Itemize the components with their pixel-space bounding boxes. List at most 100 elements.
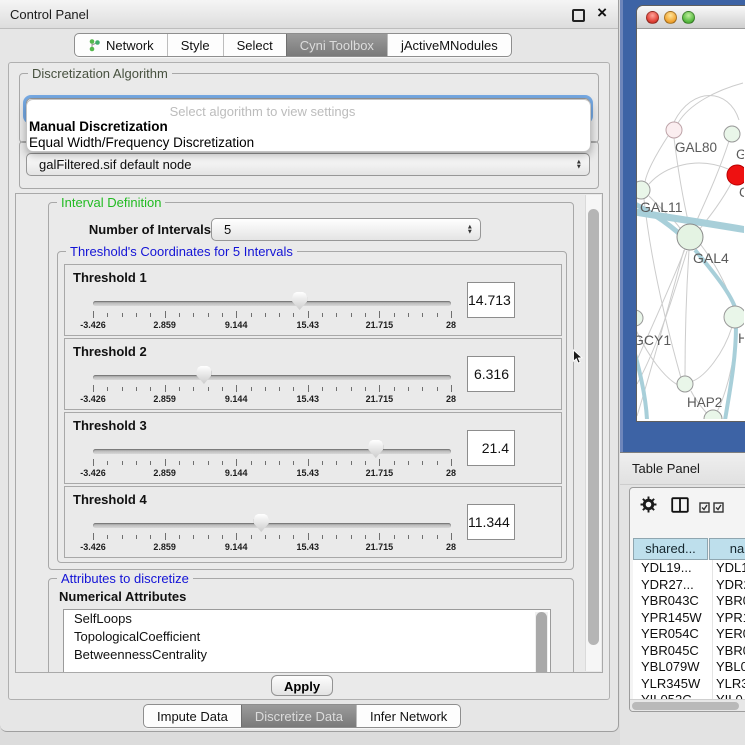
table-data-combobox[interactable]: galFiltered.sif default node ▲▼ [26, 153, 590, 176]
table-settings-gear-icon[interactable] [640, 496, 657, 516]
node-label: GAL4 [693, 250, 729, 266]
node-gal80[interactable] [666, 122, 682, 138]
threshold-4-value[interactable]: 11.344 [467, 504, 515, 540]
node-top-right[interactable] [724, 126, 740, 142]
network-window-titlebar[interactable] [637, 6, 745, 29]
threshold-3-value[interactable]: 21.4 [467, 430, 515, 466]
split-columns-icon[interactable] [671, 497, 689, 516]
table-row[interactable]: YPR145WYPR1 [633, 610, 745, 627]
slider-ticks [93, 459, 451, 467]
numerical-attributes-label: Numerical Attributes [59, 589, 186, 604]
tab-cyni-toolbox[interactable]: Cyni Toolbox [286, 34, 387, 56]
settings-scrollbar-thumb[interactable] [588, 209, 599, 645]
cyni-toolbox-panel: Discretization Algorithm ▲▼ Select algor… [8, 62, 610, 700]
num-intervals-label: Number of Intervals [71, 222, 211, 237]
node-label: HAP2 [687, 395, 722, 410]
list-item[interactable]: SelfLoops [64, 610, 550, 628]
threshold-1-value[interactable]: 14.713 [467, 282, 515, 318]
attributes-group: Attributes to discretize Numerical Attri… [48, 578, 574, 673]
slider-tick-labels: -3.4262.8599.14415.4321.71528 [93, 468, 451, 479]
threshold-2-slider[interactable]: -3.4262.8599.14415.4321.71528 [93, 339, 451, 409]
node-selected-red[interactable] [727, 165, 744, 185]
node-gal11[interactable] [637, 181, 650, 199]
list-scrollbar[interactable] [535, 612, 548, 673]
minimize-traffic-light-icon[interactable] [664, 11, 677, 24]
table-scrollbar-thumb[interactable] [632, 702, 739, 710]
node-hap2[interactable] [677, 376, 693, 392]
list-item[interactable]: BetweennessCentrality [64, 646, 550, 664]
threshold-4-slider[interactable]: -3.4262.8599.14415.4321.71528 [93, 487, 451, 557]
table-row[interactable]: YLR345WYLR3 [633, 676, 745, 693]
mouse-cursor [572, 349, 585, 369]
numerical-attributes-list[interactable]: SelfLoopsTopologicalCoefficientBetweenne… [63, 609, 551, 673]
control-panel-titlebar: Control Panel × [0, 0, 618, 29]
slider-thumb[interactable] [292, 292, 307, 310]
table-row[interactable]: YER054CYER0 [633, 626, 745, 643]
threshold-4-panel: Threshold 4 -3.4262.8599.14415.4321.7152… [64, 486, 562, 558]
table-panel-header: Table Panel [620, 452, 745, 485]
network-view-window[interactable]: GAL80 GA C GAL11 GAL4 GCY1 H HAP2 [636, 5, 745, 422]
float-window-icon[interactable] [572, 9, 585, 22]
node-bottom[interactable] [704, 410, 722, 419]
checkbox-icon[interactable] [699, 501, 710, 516]
node-right-mid[interactable] [724, 306, 744, 328]
slider-track[interactable] [93, 375, 451, 380]
column-header-shared-name[interactable]: shared... [633, 538, 708, 560]
control-panel-window: Control Panel × Network Style Select Cyn… [0, 0, 619, 732]
table-row[interactable]: YBR045CYBR0 [633, 643, 745, 660]
list-scrollbar-thumb[interactable] [536, 612, 547, 673]
control-panel-tabs: Network Style Select Cyni Toolbox jActiv… [74, 33, 512, 57]
table-row[interactable]: YIL052CYIL0 [633, 692, 745, 699]
slider-track[interactable] [93, 523, 451, 528]
threshold-1-panel: Threshold 1 -3.4262.8599.14415.4321.7152… [64, 264, 562, 336]
zoom-traffic-light-icon[interactable] [682, 11, 695, 24]
slider-ticks [93, 311, 451, 319]
tab-select[interactable]: Select [223, 34, 286, 56]
dropdown-option-equal-width[interactable]: Equal Width/Frequency Discretization [29, 135, 254, 150]
list-item[interactable]: TopologicalCoefficient [64, 628, 550, 646]
table-row[interactable]: YDR27...YDR2 [633, 577, 745, 594]
slider-thumb[interactable] [254, 514, 269, 532]
tab-impute-data[interactable]: Impute Data [144, 705, 241, 727]
node-label-partial: H [738, 330, 744, 346]
threshold-3-slider[interactable]: -3.4262.8599.14415.4321.71528 [93, 413, 451, 483]
checkbox-icon[interactable] [713, 501, 724, 516]
tab-jactivemnodules[interactable]: jActiveMNodules [387, 34, 511, 56]
node-gal4[interactable] [677, 224, 703, 250]
algorithm-dropdown-popup: Select algorithm to view settings Manual… [26, 99, 591, 152]
slider-thumb[interactable] [368, 440, 383, 458]
node-gcy1[interactable] [637, 310, 643, 326]
slider-thumb[interactable] [196, 366, 211, 384]
close-traffic-light-icon[interactable] [646, 11, 659, 24]
node-table-body: YDL19...YDL1YDR27...YDR2YBR043CYBR0YPR14… [633, 560, 745, 699]
cyni-mode-tabs: Impute Data Discretize Data Infer Networ… [143, 704, 461, 728]
table-horizontal-scrollbar[interactable] [630, 699, 745, 711]
apply-button[interactable]: Apply [271, 675, 333, 696]
tab-style[interactable]: Style [167, 34, 223, 56]
network-canvas[interactable]: GAL80 GA C GAL11 GAL4 GCY1 H HAP2 [637, 28, 744, 419]
tab-discretize-data[interactable]: Discretize Data [241, 705, 356, 727]
tab-infer-network[interactable]: Infer Network [356, 705, 460, 727]
tab-network[interactable]: Network [75, 34, 167, 56]
slider-tick-labels: -3.4262.8599.14415.4321.71528 [93, 320, 451, 331]
num-intervals-combobox[interactable]: 5 ▲▼ [211, 218, 481, 241]
threshold-2-panel: Threshold 2 -3.4262.8599.14415.4321.7152… [64, 338, 562, 410]
slider-track[interactable] [93, 301, 451, 306]
slider-track[interactable] [93, 449, 451, 454]
network-nodes[interactable] [637, 122, 744, 419]
column-header-name[interactable]: name [709, 538, 745, 560]
close-icon[interactable]: × [597, 4, 607, 22]
slider-tick-labels: -3.4262.8599.14415.4321.71528 [93, 542, 451, 553]
table-panel-title: Table Panel [632, 461, 700, 476]
threshold-3-panel: Threshold 3 -3.4262.8599.14415.4321.7152… [64, 412, 562, 484]
node-label-partial: GA [736, 147, 744, 162]
table-row[interactable]: YDL19...YDL1 [633, 560, 745, 577]
threshold-2-value[interactable]: 6.316 [467, 356, 515, 392]
settings-scrollbar[interactable] [585, 195, 601, 671]
table-row[interactable]: YBR043CYBR0 [633, 593, 745, 610]
slider-ticks [93, 533, 451, 541]
threshold-1-slider[interactable]: -3.4262.8599.14415.4321.71528 [93, 265, 451, 335]
thresholds-group: Threshold's Coordinates for 5 Intervals … [57, 251, 567, 563]
dropdown-option-manual[interactable]: Manual Discretization [29, 119, 168, 134]
table-row[interactable]: YBL079WYBL0 [633, 659, 745, 676]
